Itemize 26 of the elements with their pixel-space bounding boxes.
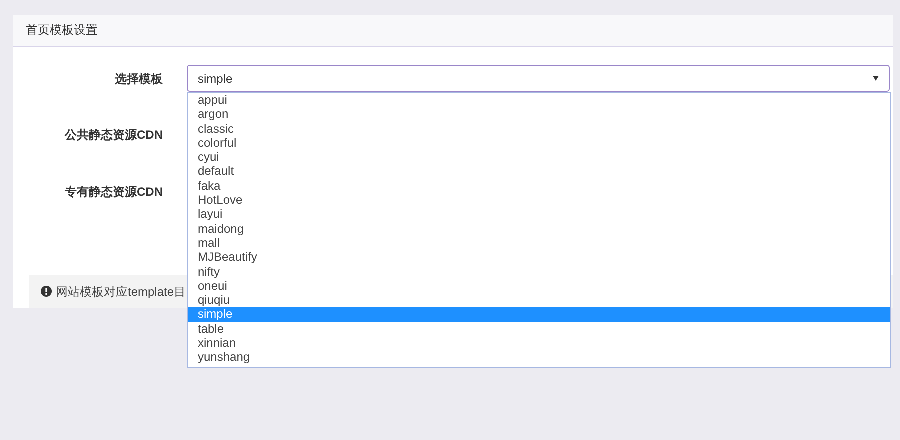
dropdown-option[interactable]: layui (188, 207, 890, 222)
template-select[interactable]: simple (187, 65, 890, 92)
dropdown-option[interactable]: qiuqiu (188, 293, 890, 308)
dropdown-option[interactable]: argon (188, 107, 890, 122)
dropdown-option[interactable]: table (188, 322, 890, 336)
dropdown-option[interactable]: appui (188, 93, 890, 108)
field-label: 选择模板 (114, 70, 163, 88)
dropdown-option[interactable]: maidong (188, 222, 890, 236)
caret-icon (873, 76, 879, 81)
footer-note: 网站模板对应template目 (56, 284, 186, 300)
dropdown-option[interactable]: default (188, 164, 890, 179)
dropdown-option[interactable]: HotLove (188, 193, 890, 208)
dropdown-option[interactable]: nifty (188, 264, 890, 279)
dropdown-option[interactable]: classic (188, 122, 890, 136)
dropdown-option[interactable]: mall (188, 236, 890, 250)
info-icon (41, 286, 52, 297)
dropdown-option[interactable]: MJBeautify (188, 250, 890, 265)
dropdown-option[interactable]: colorful (188, 136, 890, 150)
dropdown-option[interactable]: faka (188, 178, 890, 194)
dropdown-option[interactable]: yunshang (188, 350, 890, 365)
dropdown-option[interactable]: xinnian (188, 336, 890, 350)
dropdown-option[interactable]: cyui (188, 150, 890, 164)
field-label: 专有静态资源CDN (64, 184, 163, 200)
dropdown-option[interactable]: oneui (188, 278, 890, 294)
field-label: 公共静态资源CDN (64, 126, 163, 144)
card-title: 首页模板设置 (13, 15, 893, 47)
